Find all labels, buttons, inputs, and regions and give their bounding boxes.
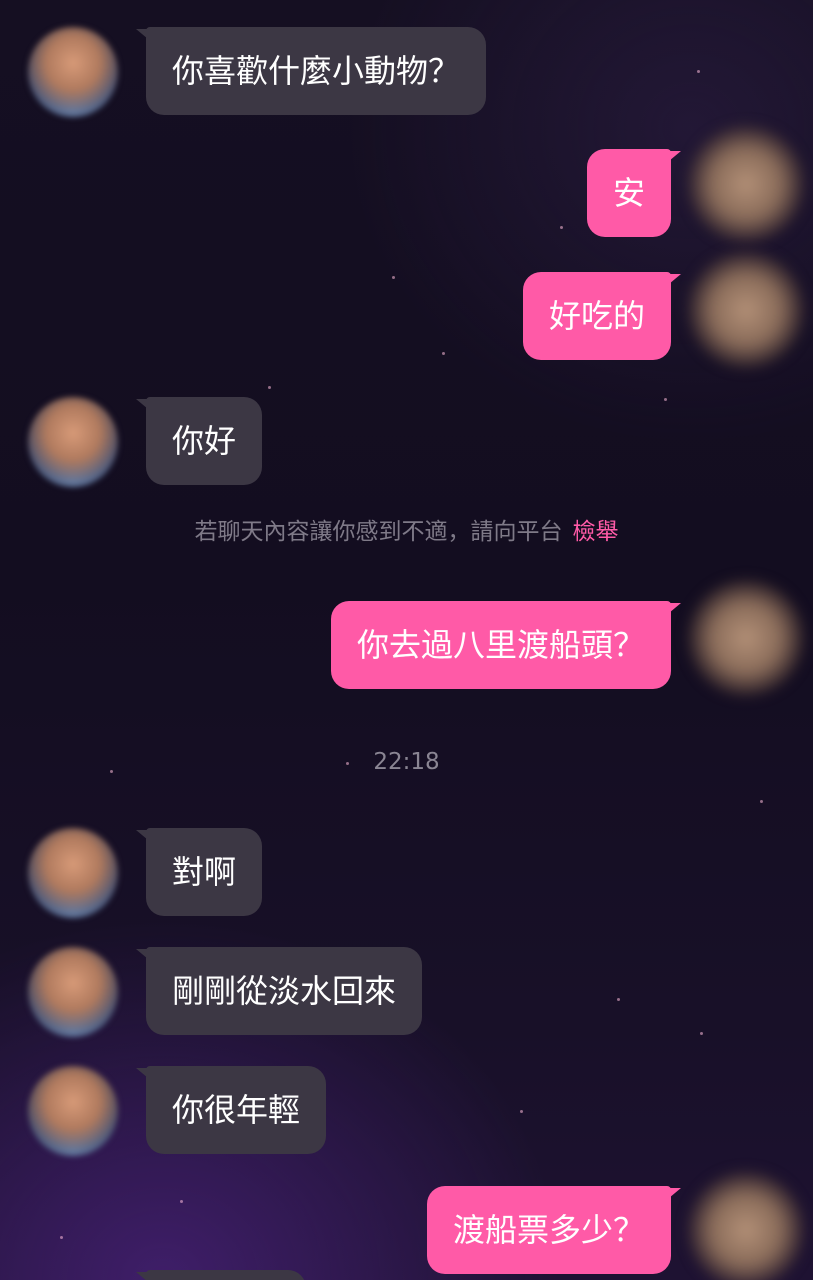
my-avatar[interactable] <box>686 1170 806 1280</box>
my-avatar[interactable] <box>686 250 806 370</box>
star <box>180 1200 183 1203</box>
incoming-message-bubble[interactable]: 你很年輕 <box>135 1066 327 1154</box>
outgoing-message-bubble[interactable]: 你去過八里渡船頭？ <box>330 601 682 689</box>
contact-avatar[interactable] <box>28 947 118 1037</box>
my-avatar[interactable] <box>686 578 806 698</box>
safety-notice: 若聊天內容讓你感到不適，請向平台 檢舉 <box>0 512 813 552</box>
star <box>697 70 700 73</box>
outgoing-message-bubble[interactable]: 安 <box>586 149 682 237</box>
incoming-message-bubble[interactable]: 對啊 <box>135 828 263 916</box>
chat-screen: 你喜歡什麼小動物？ 安 好吃的 你好 若聊天內容讓你感到不適，請向平台 檢舉 你去… <box>0 0 813 1280</box>
star <box>442 352 445 355</box>
message-timestamp: 22:18 <box>373 749 440 775</box>
star <box>560 226 563 229</box>
star <box>392 276 395 279</box>
my-avatar[interactable] <box>686 124 806 244</box>
star <box>60 1236 63 1239</box>
contact-avatar[interactable] <box>28 828 118 918</box>
outgoing-message-bubble[interactable]: 好吃的 <box>522 272 682 360</box>
outgoing-message-bubble[interactable]: 渡船票多少？ <box>426 1186 682 1274</box>
incoming-message-bubble[interactable]: 剛剛從淡水回來 <box>135 947 423 1035</box>
incoming-message-bubble[interactable]: 你喜歡什麼小動物？ <box>135 27 487 115</box>
incoming-message-bubble[interactable]: 你好 <box>135 397 263 485</box>
star <box>700 1032 703 1035</box>
incoming-message-bubble-partial <box>136 1270 306 1280</box>
contact-avatar[interactable] <box>28 27 118 117</box>
safety-notice-text: 若聊天內容讓你感到不適，請向平台 <box>194 519 563 545</box>
contact-avatar[interactable] <box>28 1066 118 1156</box>
star <box>268 386 271 389</box>
star <box>760 800 763 803</box>
report-link[interactable]: 檢舉 <box>573 519 619 545</box>
contact-avatar[interactable] <box>28 397 118 487</box>
star <box>617 998 620 1001</box>
star <box>664 398 667 401</box>
star <box>520 1110 523 1113</box>
